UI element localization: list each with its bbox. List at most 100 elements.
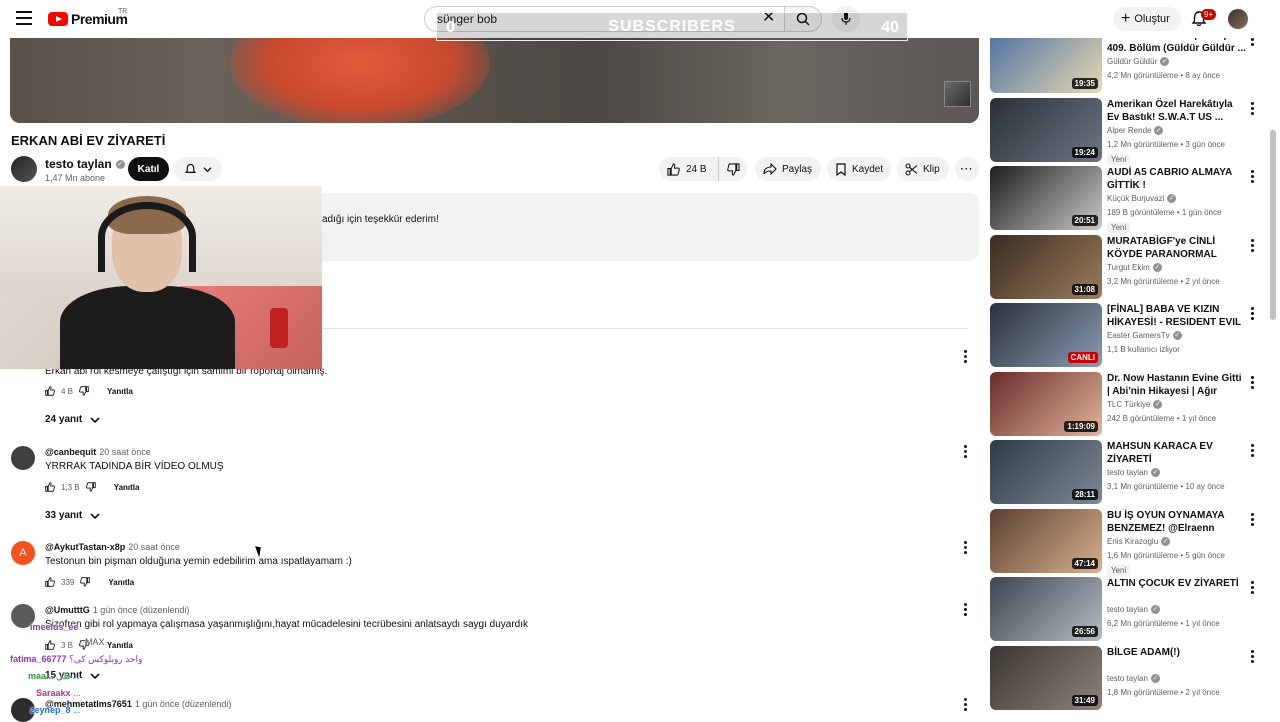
recommended-channel[interactable]: TLC Türkiye ✓ (1107, 400, 1163, 409)
recommended-video-title[interactable]: ALTIN ÇOCUK EV ZİYARETİ (1107, 577, 1247, 590)
video-menu-icon[interactable] (1251, 307, 1254, 322)
comment-author[interactable]: @canbequit 20 saat önce (45, 447, 151, 457)
recommended-video-title[interactable]: MAHSUN KARACA EV ZİYARETİ (1107, 440, 1247, 466)
video-meta: 1,8 Mn görüntüleme • 2 yıl önce (1107, 688, 1220, 697)
join-button[interactable]: Katıl (128, 157, 169, 181)
comment-menu-icon[interactable] (964, 541, 968, 556)
clip-button[interactable]: Klip (897, 157, 949, 181)
video-menu-icon[interactable] (1251, 376, 1254, 391)
more-actions-button[interactable]: ··· (955, 157, 979, 181)
thumbs-down-icon[interactable] (79, 386, 89, 396)
video-menu-icon[interactable] (1251, 102, 1254, 117)
recommended-channel[interactable]: Easter GamersTv ✓ (1107, 331, 1182, 340)
channel-watermark[interactable] (944, 81, 971, 107)
video-thumbnail[interactable]: 1:19:09 (990, 372, 1102, 436)
create-button[interactable]: + Oluştur (1113, 7, 1181, 31)
recommended-video[interactable]: 47:14 BU İŞ OYUN OYNAMAYA BENZEMEZ! @Elr… (990, 509, 1262, 576)
comment-menu-icon[interactable] (964, 350, 968, 365)
recommended-video-title[interactable]: [FİNAL] BABA VE KIZIN HİKAYESİ! - RESIDE… (1107, 303, 1247, 329)
chat-message: zeynep_8 ... (30, 705, 81, 715)
video-menu-icon[interactable] (1251, 444, 1254, 459)
recommended-channel[interactable]: Küçük Burjuvazi ✓ (1107, 194, 1177, 203)
chat-user: fatima_66777 (10, 654, 67, 664)
dislike-button[interactable] (719, 162, 747, 176)
recommended-video[interactable]: 1:19:09 Dr. Now Hastanın Evine Gitti | A… (990, 372, 1262, 436)
comment-author[interactable]: @AykutTastan-x8p 20 saat önce (45, 542, 180, 552)
video-thumbnail[interactable]: 19:35 (990, 29, 1102, 93)
comment-time: 20 saat önce (128, 542, 180, 552)
recommended-channel[interactable]: Güldür Güldür ✓ (1107, 57, 1170, 66)
comment-author[interactable]: @UmutttG 1 gün önce (düzenlendi) (45, 605, 189, 615)
channel-avatar[interactable] (11, 156, 37, 182)
scissors-icon (905, 162, 918, 176)
recommended-channel[interactable]: testo taylan ✓ (1107, 605, 1160, 614)
video-menu-icon[interactable] (1251, 650, 1254, 665)
subscription-bell-button[interactable] (174, 157, 222, 181)
video-thumbnail[interactable]: CANLI (990, 303, 1102, 367)
comment-avatar[interactable]: A (11, 541, 35, 565)
video-thumbnail[interactable]: 31:49 (990, 646, 1102, 710)
view-replies-button[interactable]: 33 yanıt (45, 510, 100, 521)
chat-text: واحد روبلوکس کی؟ (69, 654, 143, 664)
thumbs-up-icon[interactable] (45, 482, 55, 492)
video-menu-icon[interactable] (1251, 581, 1254, 596)
video-thumbnail[interactable]: 31:08 (990, 235, 1102, 299)
like-button[interactable]: 24 B (659, 157, 719, 181)
page-scrollbar[interactable] (1270, 130, 1276, 320)
comment-menu-icon[interactable] (964, 698, 968, 713)
comment-menu-icon[interactable] (964, 445, 968, 460)
recommended-channel[interactable]: testo taylan ✓ (1107, 674, 1160, 683)
recommended-video-title[interactable]: MURATABİGF'ye CİNLİ KÖYDE PARANORMAL ŞAK… (1107, 235, 1247, 261)
recommended-channel[interactable]: Enis Kirazoglu ✓ (1107, 537, 1171, 546)
video-player[interactable] (10, 38, 979, 123)
recommended-video-title[interactable]: BİLGE ADAM(!) (1107, 646, 1247, 659)
recommended-video-title[interactable]: AUDİ A5 CABRIO ALMAYA GİTTİK ! (1107, 166, 1247, 192)
recommended-channel[interactable]: Alper Rende ✓ (1107, 126, 1164, 135)
description-text: adığı için teşekkür ederim! (322, 214, 439, 225)
recommended-video[interactable]: 31:08 MURATABİGF'ye CİNLİ KÖYDE PARANORM… (990, 235, 1262, 299)
recommended-video-title[interactable]: Dr. Now Hastanın Evine Gitti | Abi'nin H… (1107, 372, 1247, 398)
video-thumbnail[interactable]: 20:51 (990, 166, 1102, 230)
view-replies-button[interactable]: 24 yanıt (45, 414, 100, 425)
recommended-video[interactable]: 19:35 Benim Babam Grup Terapisi 409. Böl… (990, 29, 1262, 93)
thumbs-up-icon[interactable] (45, 386, 55, 396)
menu-icon[interactable] (16, 11, 32, 25)
video-menu-icon[interactable] (1251, 170, 1254, 185)
channel-name[interactable]: testo taylan ✓ (45, 157, 125, 171)
video-thumbnail[interactable]: 28:11 (990, 440, 1102, 504)
recommended-video[interactable]: 28:11 MAHSUN KARACA EV ZİYARETİ testo ta… (990, 440, 1262, 504)
comment-text: YRRRAK TADINDA BİR VİDEO OLMUŞ (45, 461, 224, 472)
comment-like-count: 4 B (61, 386, 74, 396)
recommended-video[interactable]: CANLI [FİNAL] BABA VE KIZIN HİKAYESİ! - … (990, 303, 1262, 367)
video-thumbnail[interactable]: 26:56 (990, 577, 1102, 641)
recommended-video-title[interactable]: Amerikan Özel Harekâtıyla Ev Bastık! S.W… (1107, 98, 1247, 124)
new-badge: Yeni (1107, 154, 1131, 165)
share-button[interactable]: Paylaş (755, 157, 821, 181)
reply-button[interactable]: Yanıtla (108, 578, 134, 587)
recommended-video[interactable]: 31:49 BİLGE ADAM(!) testo taylan ✓ 1,8 M… (990, 646, 1262, 710)
comment-avatar[interactable] (11, 446, 35, 470)
recommended-video[interactable]: 26:56 ALTIN ÇOCUK EV ZİYARETİ testo tayl… (990, 577, 1262, 641)
like-dislike-group: 24 B (659, 157, 747, 181)
recommended-video[interactable]: 19:24 Amerikan Özel Harekâtıyla Ev Bastı… (990, 98, 1262, 165)
youtube-premium-logo[interactable]: Premium (48, 11, 128, 27)
thumbs-up-icon[interactable] (45, 577, 55, 587)
user-avatar[interactable] (1228, 9, 1248, 29)
bookmark-icon (836, 162, 846, 176)
reply-button[interactable]: Yanıtla (114, 483, 140, 492)
recommended-channel[interactable]: testo taylan ✓ (1107, 468, 1160, 477)
video-thumbnail[interactable]: 47:14 (990, 509, 1102, 573)
video-duration: 47:14 (1071, 558, 1098, 569)
video-menu-icon[interactable] (1251, 513, 1254, 528)
video-thumbnail[interactable]: 19:24 (990, 98, 1102, 162)
thumbs-down-icon (726, 162, 740, 176)
recommended-video[interactable]: 20:51 AUDİ A5 CABRIO ALMAYA GİTTİK ! Küç… (990, 166, 1262, 233)
recommended-channel[interactable]: Turgut Ekim ✓ (1107, 263, 1162, 272)
save-button[interactable]: Kaydet (827, 157, 891, 181)
reply-button[interactable]: Yanıtla (107, 387, 133, 396)
recommended-video-title[interactable]: BU İŞ OYUN OYNAMAYA BENZEMEZ! @Elraenn Y… (1107, 509, 1247, 535)
thumbs-down-icon[interactable] (85, 482, 96, 492)
comment-menu-icon[interactable] (964, 603, 968, 618)
thumbs-down-icon[interactable] (80, 577, 91, 587)
video-menu-icon[interactable] (1251, 239, 1254, 254)
